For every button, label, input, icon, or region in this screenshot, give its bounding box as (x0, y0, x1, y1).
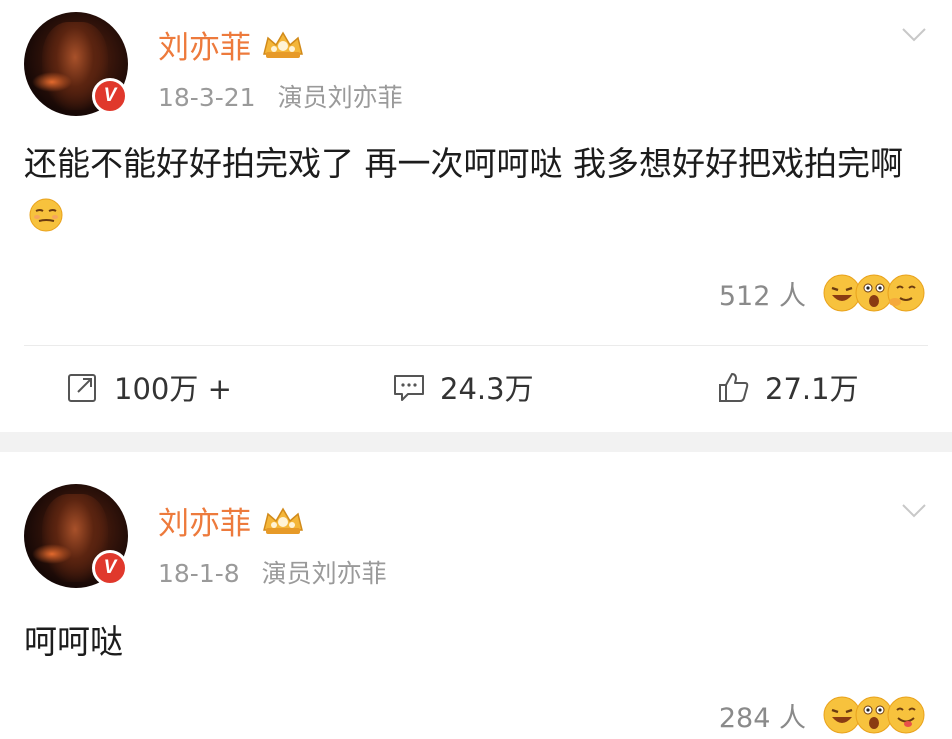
avatar-glow (32, 72, 72, 92)
post-source: 演员刘亦菲 (277, 83, 403, 112)
reaction-count: 284 人 (718, 702, 806, 734)
post-separator (0, 432, 952, 452)
reaction-emojis (822, 273, 926, 313)
post-meta: 18-3-21 演员刘亦菲 (158, 78, 403, 114)
hug-emoji-icon (887, 274, 925, 312)
weibo-post: V 刘亦菲 18-1-8 演员刘亦菲 呵呵哒 284 人 (0, 452, 952, 739)
post-content: 呵呵哒 (24, 616, 929, 668)
reaction-count: 512 人 (718, 280, 806, 312)
repost-button[interactable]: 100万 + (66, 364, 232, 410)
comment-button[interactable]: 24.3万 (392, 364, 534, 410)
comment-icon (394, 375, 424, 401)
post-date: 18-3-21 (158, 83, 256, 112)
verified-badge-icon: V (92, 550, 128, 586)
comment-count: 24.3万 (440, 372, 534, 406)
reaction-emojis (822, 695, 926, 735)
tongue-emoji-icon (887, 696, 925, 734)
post-content: 还能不能好好拍完戏了 再一次呵呵哒 我多想好好把戏拍完啊 (24, 138, 929, 242)
post-meta: 18-1-8 演员刘亦菲 (158, 554, 387, 590)
chevron-down-icon[interactable] (902, 504, 926, 518)
username[interactable]: 刘亦菲 (158, 498, 251, 543)
weibo-post: V 刘亦菲 18-3-21 演员刘亦菲 还能不能好好拍完戏了 再一次呵呵哒 我多想… (0, 0, 952, 432)
chevron-down-icon[interactable] (902, 28, 926, 42)
divider (24, 345, 928, 346)
like-count: 27.1万 (765, 372, 859, 406)
username[interactable]: 刘亦菲 (158, 22, 251, 67)
reactions-summary[interactable]: 284 人 (719, 694, 926, 736)
post-date: 18-1-8 (158, 559, 240, 588)
post-text: 呵呵哒 (24, 622, 123, 661)
reactions-summary[interactable]: 512 人 (719, 272, 926, 314)
vip-crown-icon (263, 507, 303, 534)
smirk-emoji-icon (29, 198, 63, 232)
repost-count: 100万 + (114, 372, 232, 406)
post-text: 还能不能好好拍完戏了 再一次呵呵哒 我多想好好把戏拍完啊 (24, 144, 903, 183)
avatar-glow (32, 544, 72, 564)
verified-badge-icon: V (92, 78, 128, 114)
vip-crown-icon (263, 31, 303, 58)
thumbs-up-icon (719, 373, 749, 402)
post-source: 演员刘亦菲 (261, 559, 387, 588)
repost-icon (68, 374, 96, 402)
like-button[interactable]: 27.1万 (717, 364, 859, 410)
